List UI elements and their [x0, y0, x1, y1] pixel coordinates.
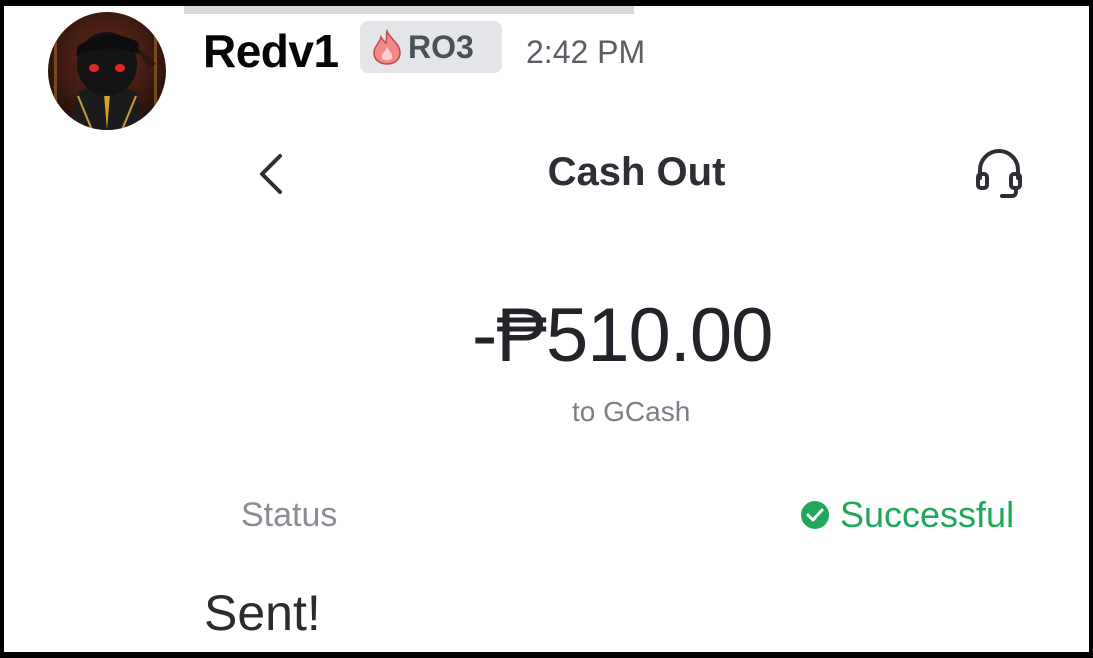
check-circle-icon	[801, 501, 829, 529]
status-value: Successful	[800, 494, 1014, 536]
avatar[interactable]	[48, 12, 166, 130]
headset-icon[interactable]	[970, 144, 1028, 202]
role-tag[interactable]: RO3	[360, 21, 502, 73]
status-label: Status	[241, 496, 338, 534]
username[interactable]: Redv1	[203, 24, 339, 78]
chat-message: Redv1 RO3 2:42 PM Cash Out -₱510.00 to G…	[4, 6, 1089, 652]
transaction-recipient: to GCash	[572, 396, 691, 427]
flame-icon	[373, 29, 401, 65]
screen-title-text: Cash Out	[547, 150, 726, 194]
message-content: Sent!	[204, 585, 321, 641]
screen-title: Cash Out	[4, 150, 1089, 195]
ninja-avatar-icon	[48, 12, 166, 130]
status-text: Successful	[840, 494, 1015, 535]
previous-message-edge	[184, 6, 634, 14]
transaction-amount: -₱510.00	[472, 293, 773, 378]
role-tag-label: RO3	[408, 28, 474, 65]
timestamp: 2:42 PM	[526, 34, 646, 70]
